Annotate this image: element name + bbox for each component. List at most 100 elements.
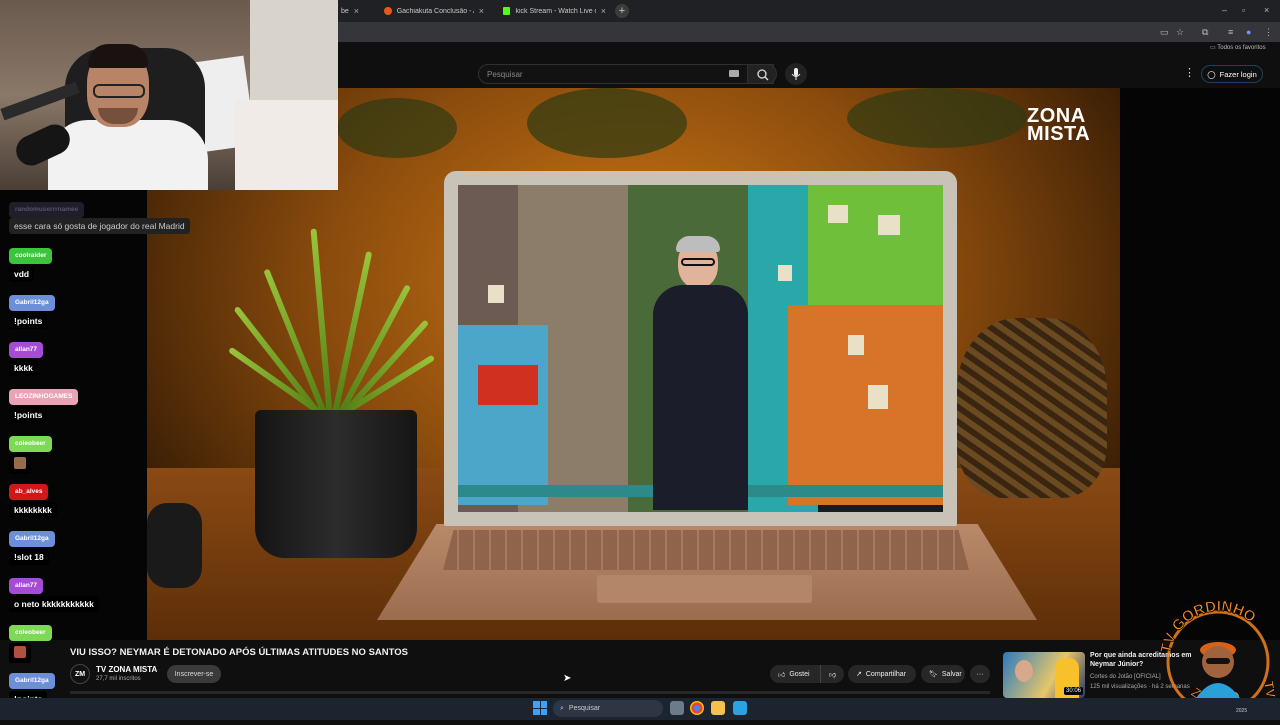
emote-icon — [14, 646, 26, 658]
system-clock: 2025 — [1236, 708, 1248, 714]
tab-gachiakuta[interactable]: Gachiakuta Conclusão - Assistir × — [378, 2, 490, 20]
site-favicon-icon — [384, 7, 392, 15]
laptop-lid — [444, 171, 957, 526]
keyboard-icon[interactable] — [729, 70, 739, 77]
all-bookmarks-link[interactable]: ▭ Todos os favoritos — [1210, 44, 1266, 51]
chat-message: ab_alves kkkkkkkk — [9, 480, 57, 518]
background-foliage — [847, 88, 1027, 148]
chat-text: kkkkkkkk — [9, 502, 57, 518]
logo-line-2: MISTA — [1027, 123, 1091, 145]
more-actions-button[interactable]: ··· — [970, 665, 990, 683]
share-label: Compartilhar — [865, 670, 906, 678]
chat-text: esse cara só gosta de jogador do real Ma… — [9, 218, 190, 234]
sign-in-button[interactable]: ◯ Fazer login — [1201, 65, 1263, 83]
chat-username[interactable]: Gabril12ga — [9, 295, 55, 311]
streamer-shirt — [48, 120, 208, 190]
subscriber-count: 27,7 mil inscritos — [96, 676, 141, 682]
chat-username[interactable]: ab_alves — [9, 484, 49, 500]
sign-in-label: Fazer login — [1219, 69, 1257, 79]
search-icon: ⌕ — [560, 704, 564, 712]
player-side-bar — [1120, 88, 1280, 640]
bookmark-star-icon[interactable]: ☆ — [1176, 27, 1184, 38]
dislike-button[interactable]: 👎︎ — [820, 665, 844, 683]
tab-kick[interactable]: kick Stream - Watch Live on Ki × — [497, 2, 612, 20]
profile-avatar-icon[interactable]: ● — [1246, 27, 1251, 37]
maximize-icon[interactable]: ▫ — [1242, 5, 1245, 15]
voice-search-button[interactable] — [785, 63, 807, 85]
channel-name[interactable]: TV ZONA MISTA — [96, 665, 157, 674]
chat-text: vdd — [9, 266, 35, 282]
search-icon — [757, 69, 769, 81]
chat-message: coleobeer — [9, 432, 52, 474]
user-circle-icon: ◯ — [1207, 69, 1216, 79]
video-duration-badge: 30:06 — [1064, 687, 1084, 695]
chat-message: allan77 kkkk — [9, 338, 44, 376]
search-button[interactable] — [747, 64, 777, 84]
bookmarks-label: Todos os favoritos — [1217, 45, 1266, 51]
chat-username[interactable]: allan77 — [9, 342, 44, 358]
chat-username[interactable]: Gabril12ga — [9, 531, 55, 547]
chrome-icon[interactable] — [690, 701, 704, 715]
background-foliage — [337, 98, 457, 158]
task-view-icon[interactable] — [670, 701, 684, 715]
chat-username[interactable]: LEOZINHOGAMES — [9, 389, 79, 405]
tab-previous[interactable]: be × — [335, 2, 375, 20]
bookmark-icon: 🔖︎ — [929, 671, 938, 678]
glasses — [93, 84, 145, 98]
chat-text: o neto kkkkkkkkkkk — [9, 596, 99, 612]
windows-start-icon[interactable] — [533, 701, 547, 715]
laptop-trackpad — [597, 575, 812, 603]
share-arrow-icon: ↗ — [856, 671, 862, 678]
chat-username[interactable]: coleobeer — [9, 625, 52, 641]
desk-prop — [235, 100, 338, 190]
streamer-webcam — [0, 0, 338, 190]
channel-watermark-logo: ZONA MISTA — [1027, 106, 1091, 145]
chat-username[interactable]: coleobeer — [9, 436, 52, 452]
brand-text-side: TV — [1261, 680, 1279, 699]
chat-username[interactable]: allan77 — [9, 578, 44, 594]
tab-close-icon[interactable]: × — [601, 6, 606, 16]
share-button[interactable]: ↗ Compartilhar — [848, 665, 916, 683]
chat-text: !slot 18 — [9, 549, 49, 565]
recommended-channel[interactable]: Cortes do Jotão [OFICIAL] — [1090, 674, 1161, 680]
telegram-icon[interactable] — [733, 701, 747, 715]
browser-kebab-icon[interactable]: ⋮ — [1264, 27, 1273, 38]
subscribe-button[interactable]: Inscrever-se — [167, 665, 221, 683]
taskbar-search[interactable]: ⌕ Pesquisar — [553, 700, 663, 717]
presenter-figure — [643, 236, 763, 510]
menu-icon[interactable]: ≡ — [1228, 27, 1233, 37]
channel-avatar[interactable]: ZM — [70, 664, 90, 684]
chat-message: Gabril12ga !points — [9, 291, 55, 329]
like-label: Gostei — [789, 670, 810, 678]
chat-text: !points — [9, 313, 48, 329]
microphone-icon — [791, 68, 801, 80]
thumbs-up-icon: 👍︎ — [778, 671, 786, 679]
like-button[interactable]: 👍︎ Gostei — [770, 665, 820, 683]
chat-text: kkkk — [9, 360, 38, 376]
potted-plant — [227, 208, 447, 421]
chat-username[interactable]: coolraider — [9, 248, 53, 264]
settings-kebab-icon[interactable]: ⋮ — [1184, 66, 1195, 79]
woven-basket — [957, 318, 1107, 498]
chat-username[interactable]: Gabril12ga — [9, 673, 55, 689]
chat-text: !points — [9, 407, 48, 423]
wall — [250, 0, 338, 110]
chat-message: randomuserrrnamee esse cara só gosta de … — [9, 198, 190, 234]
streamer-hair — [88, 44, 148, 68]
file-explorer-icon[interactable] — [711, 701, 725, 715]
minimize-icon[interactable]: – — [1222, 5, 1227, 15]
cast-icon[interactable]: ▭ — [1160, 27, 1169, 38]
save-button[interactable]: 🔖︎ Salvar — [921, 665, 965, 683]
close-window-icon[interactable]: × — [1264, 5, 1269, 15]
taskbar-search-label: Pesquisar — [568, 705, 601, 712]
new-tab-button[interactable]: + — [615, 4, 629, 18]
tab-close-icon[interactable]: × — [479, 6, 484, 16]
chat-username[interactable]: randomuserrrnamee — [9, 202, 85, 218]
speaker-device — [147, 503, 202, 588]
save-label: Salvar — [941, 670, 962, 678]
tab-close-icon[interactable]: × — [354, 6, 359, 16]
extensions-icon[interactable]: ⧉ — [1202, 27, 1208, 38]
chat-message: coleobeer — [9, 621, 52, 663]
laptop-keyboard — [443, 530, 969, 570]
chat-emote — [9, 643, 31, 663]
